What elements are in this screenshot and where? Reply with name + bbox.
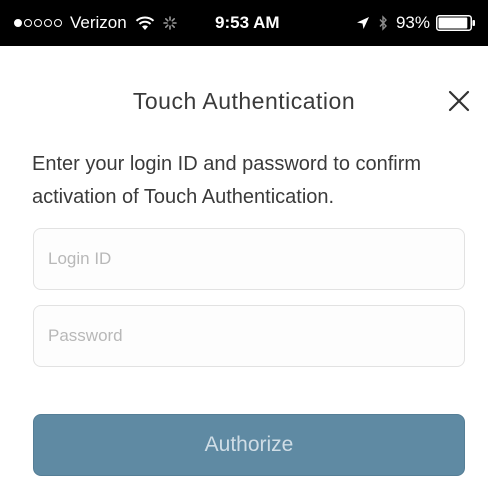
status-right: 93% [356,13,476,33]
activity-icon [162,16,177,30]
close-button[interactable] [444,86,474,116]
status-bar: Verizon 9:53 AM 93% [0,0,488,46]
authorize-button[interactable]: Authorize [33,414,465,476]
close-icon [448,90,470,112]
login-id-input[interactable] [33,228,465,290]
modal-header: Touch Authentication [0,46,488,146]
bluetooth-icon [379,15,387,31]
instruction-text: Enter your login ID and password to conf… [32,153,422,208]
status-left: Verizon [14,13,177,33]
signal-dot [34,19,42,27]
signal-dot [54,19,62,27]
location-arrow-icon [356,17,369,29]
carrier-name: Verizon [70,13,127,32]
signal-dot [44,19,52,27]
password-input[interactable] [33,305,465,367]
page-title: Touch Authentication [132,88,356,114]
wifi-icon [135,16,154,30]
signal-strength-icon [14,19,64,27]
battery-percent: 93% [395,13,430,32]
signal-dot [24,19,32,27]
battery-icon [436,15,475,31]
signal-dot [14,19,22,27]
status-time: 9:53 AM [215,13,280,32]
